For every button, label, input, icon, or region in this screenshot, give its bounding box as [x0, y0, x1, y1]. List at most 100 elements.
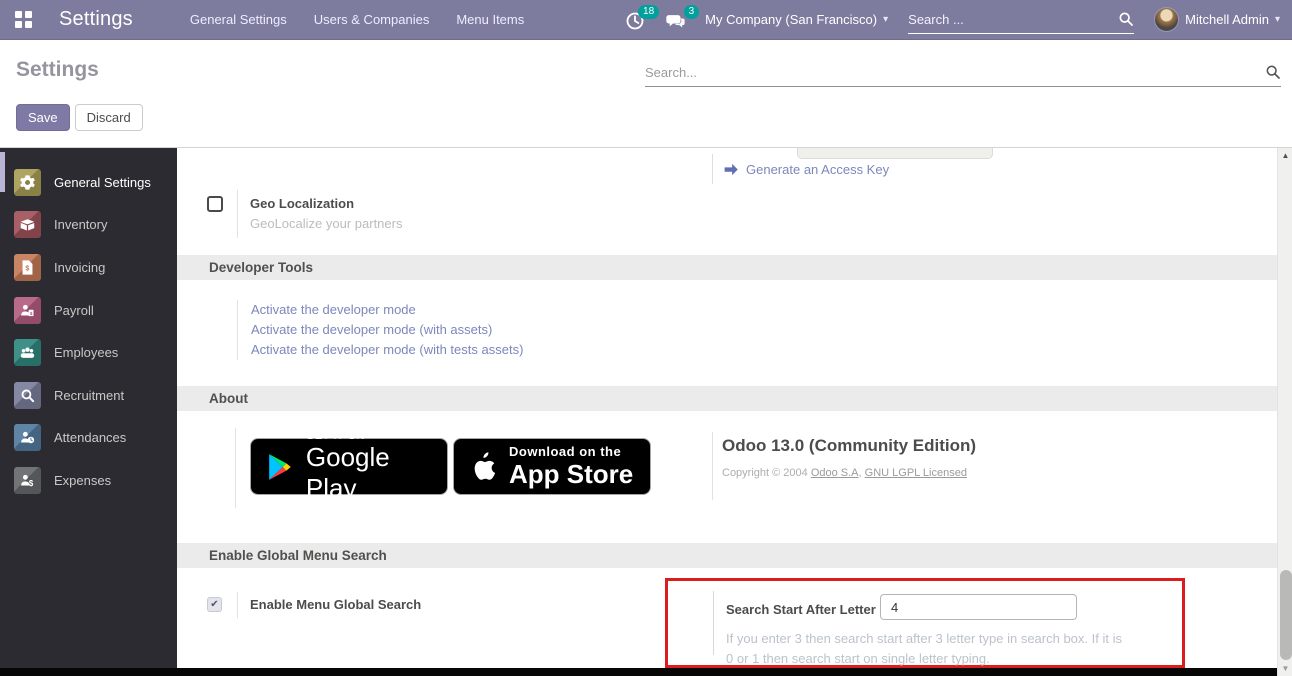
- sidebar-item-label: General Settings: [54, 175, 151, 190]
- help-line-2: 0 or 1 then search start on single lette…: [726, 649, 1122, 668]
- filter-search: [645, 58, 1281, 87]
- magnifier-icon: [14, 382, 41, 409]
- divider: [712, 432, 713, 500]
- enable-menu-global-search-label[interactable]: Enable Menu Global Search: [250, 597, 421, 612]
- apple-icon: [470, 452, 496, 482]
- badge-store-name: App Store: [509, 459, 633, 490]
- sidebar-item-label: Inventory: [54, 217, 107, 232]
- sidebar-item-label: Recruitment: [54, 388, 124, 403]
- scrollbar-thumb[interactable]: [1280, 570, 1292, 660]
- sidebar-item-label: Expenses: [54, 473, 111, 488]
- sidebar-item-label: Payroll: [54, 303, 94, 318]
- payroll-icon: $: [14, 297, 41, 324]
- message-count-badge: 3: [684, 5, 700, 19]
- save-button[interactable]: Save: [16, 104, 70, 131]
- page-title: Settings: [16, 58, 99, 82]
- user-menu[interactable]: Mitchell Admin ▾: [1154, 7, 1280, 32]
- divider: [237, 592, 238, 618]
- search-icon[interactable]: [1265, 64, 1281, 80]
- avatar: [1154, 7, 1179, 32]
- sidebar-item-label: Employees: [54, 345, 118, 360]
- enable-menu-global-search-checkbox[interactable]: ✔: [207, 597, 222, 612]
- menu-menu-items[interactable]: Menu Items: [456, 12, 524, 27]
- highlighted-field-group: Search Start After Letter If you enter 3…: [665, 578, 1185, 668]
- section-header-developer-tools: Developer Tools: [177, 255, 1277, 280]
- activate-dev-mode-assets-link[interactable]: Activate the developer mode (with assets…: [251, 320, 523, 340]
- sidebar-item-recruitment[interactable]: Recruitment: [0, 374, 177, 417]
- apps-menu-icon[interactable]: [15, 11, 32, 28]
- search-start-after-letter-input[interactable]: [880, 594, 1077, 620]
- invoice-icon: $: [14, 254, 41, 281]
- company-switcher[interactable]: My Company (San Francisco) ▾: [705, 12, 888, 27]
- section-header-about: About: [177, 386, 1277, 411]
- sidebar-item-label: Attendances: [54, 430, 126, 445]
- company-name: My Company (San Francisco): [705, 12, 877, 27]
- navbar-search-input[interactable]: [908, 12, 1118, 27]
- sidebar-item-general-settings[interactable]: General Settings: [0, 161, 177, 204]
- sidebar-item-payroll[interactable]: $ Payroll: [0, 289, 177, 332]
- copyright-text: Copyright © 2004: [722, 467, 811, 479]
- lgpl-license-link[interactable]: GNU LGPL Licensed: [865, 467, 967, 479]
- sidebar-scrollbar-thumb[interactable]: [0, 152, 5, 192]
- expense-icon: $: [14, 467, 41, 494]
- badge-store-name: Google Play: [306, 442, 447, 504]
- geo-localization-title[interactable]: Geo Localization: [250, 196, 402, 211]
- svg-text:$: $: [25, 264, 29, 272]
- activate-dev-mode-link[interactable]: Activate the developer mode: [251, 300, 523, 320]
- messages-menu[interactable]: 3: [665, 9, 691, 31]
- sidebar-item-attendances[interactable]: Attendances: [0, 417, 177, 460]
- divider: [237, 190, 238, 238]
- chevron-down-icon: ▾: [1275, 14, 1280, 25]
- sidebar-item-label: Invoicing: [54, 260, 105, 275]
- settings-content: Generate an Access Key Geo Localization …: [177, 148, 1277, 668]
- chevron-down-icon: ▾: [883, 14, 888, 25]
- scroll-up-icon[interactable]: ▲: [1278, 151, 1292, 160]
- control-panel: Settings Save Discard: [0, 40, 1292, 148]
- top-navbar: Settings General Settings Users & Compan…: [0, 0, 1292, 40]
- bottom-black-bar: [0, 668, 1277, 676]
- search-icon[interactable]: [1118, 11, 1134, 27]
- search-start-after-letter-label: Search Start After Letter: [726, 602, 876, 617]
- attendance-icon: [14, 424, 41, 451]
- sidebar-item-expenses[interactable]: $ Expenses: [0, 459, 177, 502]
- check-icon: ✔: [210, 599, 218, 610]
- odoo-version: Odoo 13.0 (Community Edition): [722, 436, 976, 456]
- page-scrollbar[interactable]: ▲ ▼: [1277, 148, 1292, 676]
- odoo-sa-link[interactable]: Odoo S.A: [811, 467, 859, 479]
- section-header-global-menu-search: Enable Global Menu Search: [177, 543, 1277, 568]
- filter-search-input[interactable]: [645, 65, 1265, 80]
- badge-tagline: Download on the: [509, 444, 633, 459]
- app-store-badge[interactable]: Download on the App Store: [453, 438, 651, 495]
- copyright-line: Copyright © 2004 Odoo S.A, GNU LGPL Lice…: [722, 467, 967, 479]
- menu-general-settings[interactable]: General Settings: [190, 12, 287, 27]
- google-play-icon: [267, 453, 293, 481]
- box-icon: [14, 211, 41, 238]
- geo-localization-subtitle: GeoLocalize your partners: [250, 216, 402, 231]
- help-line-1: If you enter 3 then search start after 3…: [726, 629, 1122, 649]
- arrow-right-icon: [724, 163, 739, 176]
- sidebar-item-inventory[interactable]: Inventory: [0, 204, 177, 247]
- menu-users-companies[interactable]: Users & Companies: [314, 12, 430, 27]
- scroll-down-icon[interactable]: ▼: [1278, 664, 1292, 673]
- discard-button[interactable]: Discard: [75, 104, 143, 131]
- geo-localization-checkbox[interactable]: [207, 196, 223, 212]
- divider: [235, 428, 236, 508]
- sidebar-item-employees[interactable]: Employees: [0, 331, 177, 374]
- navbar-search: [908, 6, 1134, 34]
- chat-icon: [665, 11, 686, 31]
- app-menu: General Settings Users & Companies Menu …: [190, 12, 524, 27]
- google-play-badge[interactable]: GET IT ON Google Play: [250, 438, 448, 495]
- access-key-label: Generate an Access Key: [746, 162, 889, 177]
- settings-sidebar: General Settings Inventory $ Invoicing $…: [0, 148, 177, 668]
- sidebar-item-invoicing[interactable]: $ Invoicing: [0, 246, 177, 289]
- svg-text:$: $: [30, 311, 33, 317]
- badge-tagline: GET IT ON: [306, 430, 447, 442]
- activity-menu[interactable]: 18: [625, 9, 651, 31]
- app-title: Settings: [59, 8, 133, 31]
- activity-count-badge: 18: [638, 5, 659, 19]
- activate-dev-mode-tests-link[interactable]: Activate the developer mode (with tests …: [251, 340, 523, 360]
- people-icon: [14, 339, 41, 366]
- svg-text:$: $: [29, 479, 34, 488]
- gear-icon: [14, 169, 41, 196]
- generate-access-key-link[interactable]: Generate an Access Key: [712, 154, 889, 184]
